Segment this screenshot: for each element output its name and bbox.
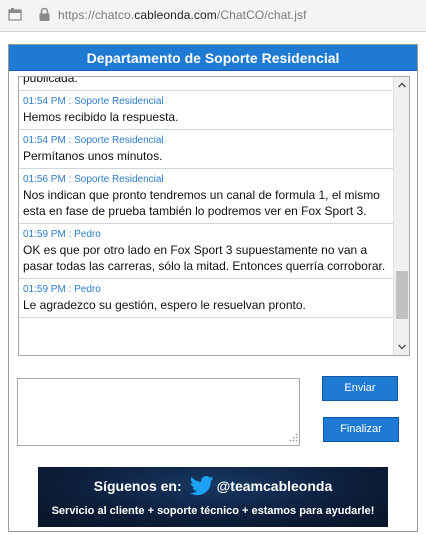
send-button[interactable]: Enviar <box>322 376 398 401</box>
scroll-up-button[interactable] <box>394 77 409 93</box>
chat-message: 01:54 PM : Soporte Residencial Permítano… <box>19 130 394 169</box>
chat-message-list: publicada. 01:54 PM : Soporte Residencia… <box>19 77 394 318</box>
chat-message: 01:54 PM : Soporte Residencial Hemos rec… <box>19 91 394 130</box>
end-chat-button[interactable]: Finalizar <box>323 417 399 442</box>
chat-message-meta: 01:59 PM : Pedro <box>23 284 101 295</box>
chat-message-meta: 01:54 PM : Soporte Residencial <box>23 135 164 146</box>
twitter-banner[interactable]: Síguenos en: @teamcableonda Servicio al … <box>38 467 388 527</box>
banner-twitter-handle: @teamcableonda <box>216 478 333 494</box>
chat-message-meta: 01:54 PM : Soporte Residencial <box>23 96 164 107</box>
twitter-bird-icon <box>189 476 214 496</box>
chat-message-text: OK es que por otro lado en Fox Sport 3 s… <box>23 243 386 273</box>
chat-message-text: Permítanos unos minutos. <box>23 149 163 163</box>
chat-message-text: Hemos recibido la respuesta. <box>23 110 179 124</box>
scroll-down-button[interactable] <box>394 339 409 355</box>
scroll-thumb[interactable] <box>396 271 408 319</box>
chat-message: 01:56 PM : Soporte Residencial Nos indic… <box>19 169 394 224</box>
banner-tagline: Servicio al cliente + soporte técnico + … <box>51 505 375 517</box>
chat-window: Departamento de Soporte Residencial publ… <box>8 44 418 532</box>
chat-message-text: Le agradezco su gestión, espero le resue… <box>23 298 306 312</box>
url-text[interactable]: https://chatco.cableonda.com/ChatCO/chat… <box>58 8 307 22</box>
banner-follow-row: Síguenos en: @teamcableonda <box>38 473 388 499</box>
chat-header-title: Departamento de Soporte Residencial <box>9 45 417 71</box>
message-input[interactable] <box>17 378 300 446</box>
chat-message: 01:59 PM : Pedro Le agradezco su gestión… <box>19 279 394 318</box>
chat-message: publicada. <box>19 77 394 91</box>
banner-follow-text: Síguenos en: <box>93 478 182 494</box>
chat-viewport: publicada. 01:54 PM : Soporte Residencia… <box>19 77 394 355</box>
chat-message-meta: 01:56 PM : Soporte Residencial <box>23 174 164 185</box>
chat-transcript[interactable]: publicada. 01:54 PM : Soporte Residencia… <box>18 76 410 356</box>
chat-message-text: Nos indican que pronto tendremos un cana… <box>23 188 380 218</box>
chevron-down-icon <box>398 344 406 350</box>
resize-grip-icon[interactable] <box>288 432 298 442</box>
page-icon <box>8 8 22 21</box>
url-path: /ChatCO/chat.jsf <box>216 8 307 22</box>
lock-icon <box>39 7 50 21</box>
chat-message-text: publicada. <box>23 77 78 85</box>
chevron-up-icon <box>398 82 406 88</box>
url-domain: cableonda.com <box>134 8 217 22</box>
chat-message-meta: 01:59 PM : Pedro <box>23 229 101 240</box>
chat-message: 01:59 PM : Pedro OK es que por otro lado… <box>19 224 394 279</box>
chat-scrollbar[interactable] <box>393 77 409 355</box>
browser-address-bar[interactable]: https://chatco.cableonda.com/ChatCO/chat… <box>0 0 426 32</box>
url-prefix: https://chatco. <box>58 8 135 22</box>
